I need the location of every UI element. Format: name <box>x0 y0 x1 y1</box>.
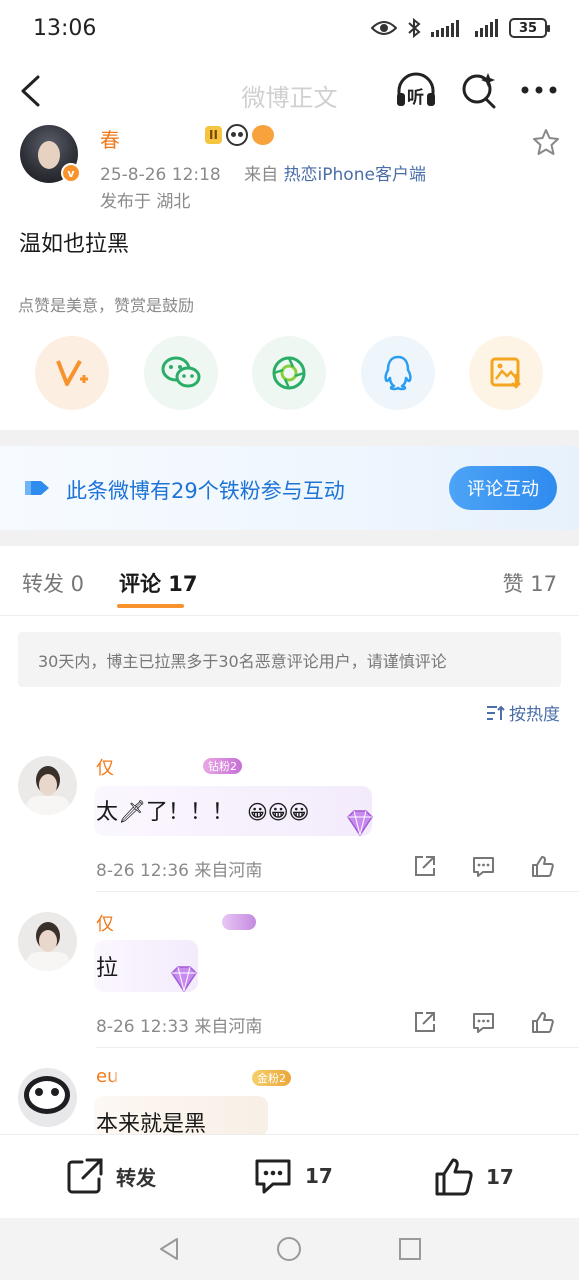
reply-icon[interactable] <box>471 854 496 879</box>
comment-actions <box>412 1010 555 1035</box>
moments-share-button[interactable] <box>252 336 326 410</box>
share-icon[interactable] <box>412 854 437 879</box>
tab-comments[interactable]: 评论 17 <box>119 568 198 598</box>
aperture-icon <box>272 356 306 390</box>
post-text: 温如也拉黑 <box>19 232 130 257</box>
v-plus-icon <box>56 360 88 386</box>
favorite-button[interactable] <box>532 128 560 160</box>
repost-icon <box>67 1158 103 1194</box>
repost-label: 转发 <box>116 1165 156 1190</box>
section-divider <box>0 430 579 446</box>
more-icon[interactable] <box>521 85 557 95</box>
pufferfish-icon <box>251 125 274 145</box>
emoji-group: 😀😀😀 <box>246 800 310 824</box>
nav-home-icon[interactable] <box>276 1236 302 1262</box>
comment-divider <box>96 1047 579 1048</box>
fans-tag-icon <box>25 481 49 495</box>
fan-badge <box>222 914 256 930</box>
search-sparkle-icon[interactable] <box>461 71 497 109</box>
fan-badge: 钻粉2 <box>203 758 242 774</box>
fans-banner-text: 此条微博有29个铁粉参与互动 <box>66 479 345 503</box>
share-icon[interactable] <box>412 1010 437 1035</box>
comment-interact-button[interactable]: 评论互动 <box>449 466 557 510</box>
commenter-avatar[interactable] <box>18 1068 77 1127</box>
comment-text: 拉 <box>96 956 119 981</box>
comment-meta: 8-26 12:36 来自河南 <box>96 861 263 881</box>
reward-tip: 点赞是美意，赞赏是鼓励 <box>18 296 195 315</box>
reward-button[interactable] <box>35 336 109 410</box>
wechat-share-button[interactable] <box>144 336 218 410</box>
comment-text: 太🗡了！！！ 😀😀😀 <box>96 800 310 825</box>
sort-button[interactable]: 按热度 <box>485 700 560 725</box>
source-prefix: 来自 <box>244 165 279 185</box>
system-nav-bar <box>0 1218 579 1280</box>
status-bar: 13:06 35 <box>0 0 579 58</box>
battery-indicator: 35 <box>509 18 550 38</box>
thumbs-up-icon <box>435 1158 473 1196</box>
repost-button[interactable]: 转发 <box>66 1157 156 1195</box>
comment-actions <box>412 854 555 879</box>
share-row <box>0 336 579 410</box>
post-time: 25-8-26 12:18 <box>100 165 221 185</box>
nav-actions: 听 <box>395 71 557 109</box>
bluetooth-icon <box>408 18 421 38</box>
source-client[interactable]: 热恋iPhone客户端 <box>284 165 426 185</box>
signal-2-icon <box>475 19 498 37</box>
listen-button[interactable]: 听 <box>395 71 437 109</box>
save-image-button[interactable] <box>469 336 543 410</box>
verified-badge: v <box>61 163 81 183</box>
active-tab-indicator <box>117 604 184 608</box>
status-time: 13:06 <box>33 16 97 41</box>
nav-bar: 微博正文 听 <box>0 58 579 126</box>
level-badge: II <box>205 126 222 144</box>
tab-likes[interactable]: 赞 17 <box>503 568 557 598</box>
like-count: 17 <box>486 1165 514 1189</box>
sort-icon <box>487 705 505 720</box>
comment-count: 17 <box>305 1164 333 1188</box>
wechat-icon <box>161 356 201 388</box>
image-download-icon <box>490 357 521 389</box>
commenter-name[interactable]: eu <box>96 1066 256 1090</box>
nav-back-icon[interactable] <box>157 1237 181 1261</box>
post-meta: 25-8-26 12:18 来自 热恋iPhone客户端 <box>100 160 426 185</box>
comment-button[interactable]: 17 <box>253 1157 333 1195</box>
comment-divider <box>96 891 579 892</box>
listen-label: 听 <box>407 88 424 108</box>
comment-meta: 8-26 12:33 来自河南 <box>96 1017 263 1037</box>
diamond-icon <box>171 966 197 993</box>
like-icon[interactable] <box>530 1010 555 1035</box>
status-icons: 35 <box>371 18 550 38</box>
block-notice: 30天内，博主已拉黑多于30名恶意评论用户，请谨慎评论 <box>18 632 561 687</box>
tab-repost[interactable]: 转发 0 <box>22 568 84 598</box>
star-icon <box>533 129 559 155</box>
reply-icon[interactable] <box>471 1010 496 1035</box>
signal-icon <box>431 20 459 37</box>
commenter-avatar[interactable] <box>18 912 77 971</box>
post-location: 发布于 湖北 <box>100 192 191 212</box>
comment-icon <box>255 1159 291 1194</box>
tabs: 转发 0 评论 17 赞 17 <box>0 546 579 616</box>
fan-badge: 金粉2 <box>252 1070 291 1086</box>
bottom-action-bar: 转发 17 17 <box>0 1134 579 1218</box>
like-button[interactable]: 17 <box>434 1157 514 1197</box>
author-badges: II <box>205 124 274 146</box>
qq-icon <box>384 355 412 391</box>
panda-icon <box>225 124 248 146</box>
like-icon[interactable] <box>530 854 555 879</box>
qq-share-button[interactable] <box>361 336 435 410</box>
commenter-avatar[interactable] <box>18 756 77 815</box>
nav-recents-icon[interactable] <box>398 1237 422 1261</box>
fans-banner: 此条微博有29个铁粉参与互动 评论互动 <box>0 446 579 530</box>
sort-label: 按热度 <box>509 705 560 725</box>
eye-icon <box>371 21 397 35</box>
diamond-icon <box>347 810 373 837</box>
section-divider-2 <box>0 530 579 546</box>
